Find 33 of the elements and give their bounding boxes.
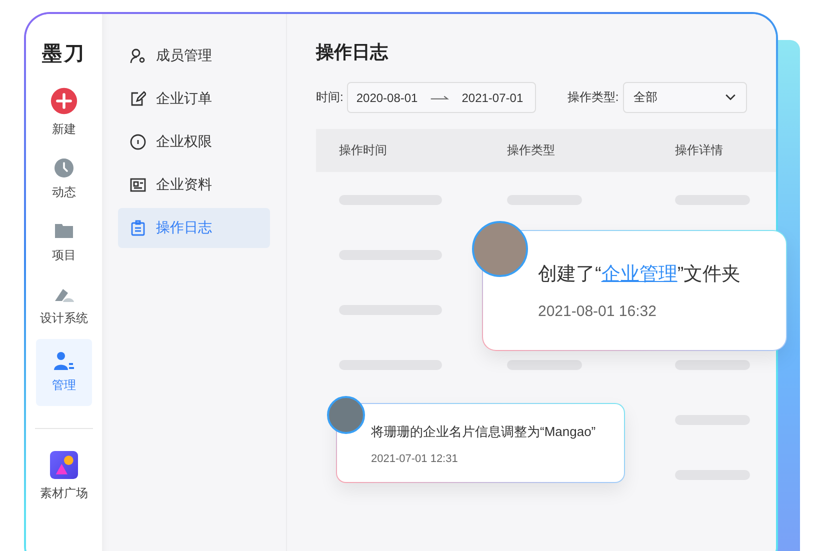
date-range-field[interactable]: 2020-08-01 2021-07-01 <box>347 82 536 113</box>
notification-text: 创建了“企业管理”文件夹 <box>538 263 742 287</box>
menu-item[interactable]: 企业资料 <box>118 165 270 205</box>
clock-icon <box>53 158 75 178</box>
page-title: 操作日志 <box>316 41 390 64</box>
user-icon <box>53 351 75 371</box>
folder-icon <box>53 221 75 241</box>
notification-text: 将珊珊的企业名片信息调整为“Mangao” <box>371 423 597 441</box>
rail-item[interactable]: 新建 <box>36 79 92 146</box>
rail-item[interactable]: 管理 <box>36 339 92 406</box>
timestamp: 2021-08-01 16:32 <box>538 303 658 320</box>
user-gear-icon <box>130 48 146 64</box>
filter-label: 时间: <box>316 89 344 106</box>
column-header: 操作类型 <box>507 142 556 159</box>
column-header: 操作时间 <box>339 142 388 159</box>
menu-item[interactable]: 企业权限 <box>118 122 270 162</box>
rail-item[interactable]: 设计系统 <box>36 276 92 335</box>
image-icon <box>50 451 78 479</box>
rail-item[interactable]: 动态 <box>36 150 92 209</box>
timestamp: 2021-07-01 12:31 <box>371 453 459 465</box>
chevron-down-icon <box>724 94 736 101</box>
filter-label: 操作类型: <box>567 89 619 106</box>
logo-text: 墨刀 <box>42 42 86 67</box>
column-header: 操作详情 <box>675 142 724 159</box>
type-dropdown[interactable]: 全部 <box>622 82 747 113</box>
menu-item[interactable]: 成员管理 <box>118 36 270 76</box>
plus-icon <box>50 87 78 115</box>
rail-item[interactable]: 素材广场 <box>36 443 92 510</box>
rail-item[interactable]: 项目 <box>36 213 92 272</box>
id-card-icon <box>130 177 146 193</box>
edit-icon <box>130 91 146 107</box>
clipboard-icon <box>130 220 146 236</box>
menu-item[interactable]: 企业订单 <box>118 79 270 119</box>
